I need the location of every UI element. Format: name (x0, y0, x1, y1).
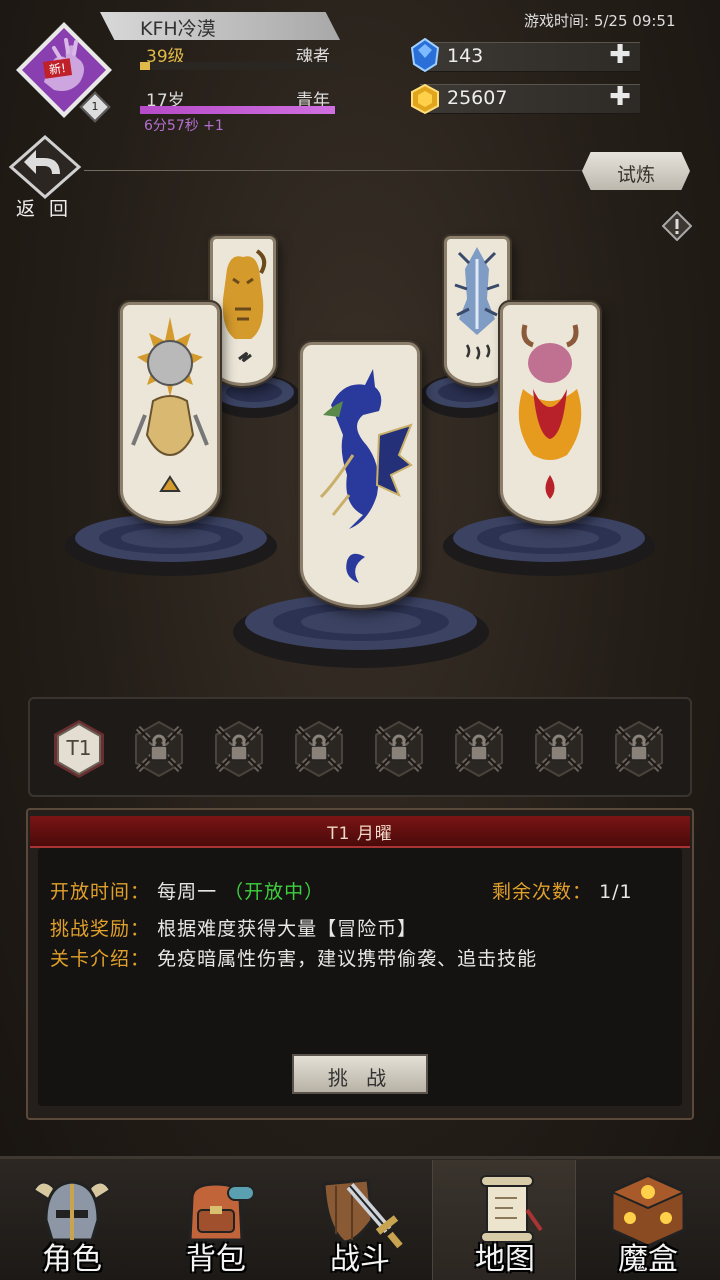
game-time: 游戏时间: 5/25 09:51 (524, 12, 676, 30)
tier-locked-6[interactable] (450, 718, 508, 780)
nav-backpack-label: 背包 (186, 1242, 246, 1277)
tier-t1[interactable]: T1 (50, 718, 108, 780)
back-arrow-icon (8, 134, 82, 200)
back-label: 返 回 (16, 198, 73, 220)
locked-chain-icon (375, 720, 423, 778)
vip-level: 1 (91, 100, 99, 113)
tier-t1-label: T1 (66, 736, 92, 760)
level-progress-track (140, 62, 345, 70)
challenge-label: 挑 战 (327, 1066, 393, 1090)
open-time-row: 开放时间： 每周一 （开放中） (50, 877, 324, 904)
tier-locked-4[interactable] (290, 718, 348, 780)
trial-label: 试炼 (616, 164, 655, 186)
intro-value: 免疫暗属性伤害，建议携带偷袭、追击技能 (157, 948, 538, 970)
nav-magic-box[interactable]: 魔盒 (576, 1160, 720, 1280)
remaining-label: 剩余次数： (492, 881, 593, 903)
banner-fire-demon[interactable] (500, 302, 600, 524)
nav-magic-box-label: 魔盒 (618, 1242, 678, 1277)
nav-map[interactable]: 地图 (432, 1160, 576, 1280)
nav-map-label: 地图 (475, 1242, 535, 1277)
open-status: （开放中） (224, 881, 325, 903)
open-time-label: 开放时间： (50, 881, 151, 903)
blue-crystal-icon (410, 38, 440, 72)
locked-chain-icon (135, 720, 183, 778)
tier-locked-8[interactable] (610, 718, 668, 780)
intro-label: 关卡介绍： (50, 948, 151, 970)
open-time-value: 每周一 (157, 881, 218, 903)
nav-battle[interactable]: 战斗 (288, 1160, 432, 1280)
locked-chain-icon (535, 720, 583, 778)
nav-battle-label: 战斗 (330, 1242, 390, 1277)
tier-locked-5[interactable] (370, 718, 428, 780)
add-gold-button[interactable]: ✚ (608, 84, 632, 110)
header-divider (84, 170, 584, 171)
reward-value: 根据难度获得大量【冒险币】 (157, 918, 418, 940)
add-gems-button[interactable]: ✚ (608, 42, 632, 68)
name-plate (100, 12, 340, 40)
locked-chain-icon (455, 720, 503, 778)
locked-chain-icon (295, 720, 343, 778)
tier-locked-3[interactable] (210, 718, 268, 780)
gem-count: 143 (447, 45, 484, 67)
banner-dragon[interactable] (300, 342, 420, 608)
tier-selector (28, 697, 692, 797)
tier-locked-7[interactable] (530, 718, 588, 780)
reward-row: 挑战奖励： 根据难度获得大量【冒险币】 (50, 914, 417, 941)
player-name: KFH冷漠 (140, 18, 216, 40)
intro-row: 关卡介绍： 免疫暗属性伤害，建议携带偷袭、追击技能 (50, 944, 537, 971)
age-progress-fill (140, 106, 335, 114)
stage-info-title: T1 月曜 (327, 824, 393, 844)
nav-character[interactable]: 角色 (0, 1160, 144, 1280)
tier-locked-2[interactable] (130, 718, 188, 780)
locked-chain-icon (215, 720, 263, 778)
nav-character-label: 角色 (42, 1242, 102, 1277)
age-timer: 6分57秒 +1 (144, 118, 224, 134)
info-icon[interactable] (662, 211, 692, 241)
locked-chain-icon (615, 720, 663, 778)
nav-backpack[interactable]: 背包 (144, 1160, 288, 1280)
remaining-value: 1/1 (599, 881, 633, 903)
gold-coin-icon (411, 84, 439, 114)
banner-spiked-beast[interactable] (120, 302, 220, 524)
level-progress-fill (140, 62, 150, 70)
remaining-row: 剩余次数： 1/1 (492, 877, 633, 904)
reward-label: 挑战奖励： (50, 918, 151, 940)
gold-count: 25607 (447, 87, 508, 109)
